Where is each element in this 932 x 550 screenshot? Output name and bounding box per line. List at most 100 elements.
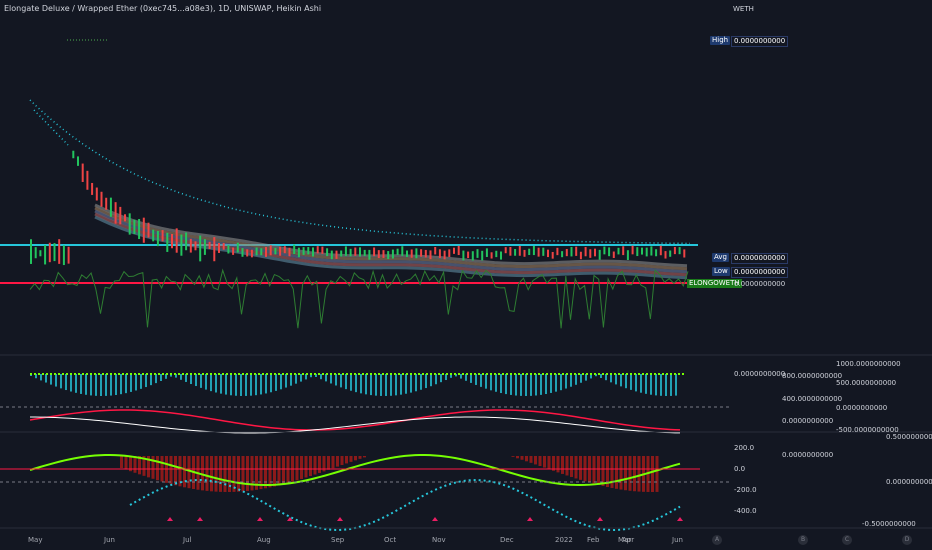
candle <box>420 249 422 256</box>
osc2-bar <box>219 456 222 492</box>
osc1-bar <box>635 374 637 391</box>
osc1-bar <box>115 374 117 395</box>
candle <box>49 243 51 262</box>
candle <box>227 245 229 254</box>
candle <box>359 247 361 256</box>
x-label-nov: Nov <box>432 536 446 544</box>
osc2-bar <box>620 456 623 490</box>
candle <box>72 151 74 159</box>
candle <box>44 245 46 264</box>
candle <box>213 237 215 261</box>
x-label-oct: Oct <box>384 536 396 544</box>
osc1-bar <box>515 374 517 396</box>
candle <box>270 245 272 255</box>
osc1-bar <box>370 374 372 395</box>
osc1-bar <box>650 374 652 395</box>
osc1-bar <box>530 374 532 396</box>
osc2-bar <box>566 456 569 475</box>
osc1-bar <box>220 374 222 394</box>
candle <box>491 252 493 258</box>
candle <box>458 246 460 255</box>
candle <box>30 239 32 264</box>
candle <box>251 250 253 258</box>
candle <box>636 247 638 256</box>
osc1-bar <box>435 374 437 384</box>
event-circle-a[interactable]: A <box>712 535 722 545</box>
osc1-bar <box>345 374 347 389</box>
candle <box>650 246 652 255</box>
signal-triangle <box>677 517 683 521</box>
osc2-axis-1: 0.0 <box>734 465 745 473</box>
candle <box>566 249 568 256</box>
candle <box>552 252 554 259</box>
osc1-bar <box>500 374 502 393</box>
osc1-bar <box>60 374 62 388</box>
candle <box>542 248 544 256</box>
osc1-bar <box>475 374 477 385</box>
osc1-line-white <box>30 417 680 433</box>
osc1-bar <box>80 374 82 394</box>
symbol-value: 0.0000000000 <box>734 280 785 288</box>
event-circle-c[interactable]: C <box>842 535 852 545</box>
osc1-bar <box>460 374 462 379</box>
candle <box>594 249 596 257</box>
osc1-bar <box>290 374 292 386</box>
candle <box>340 250 342 256</box>
candle <box>383 250 385 258</box>
osc1-bar <box>610 374 612 382</box>
osc2-bar <box>264 456 267 488</box>
candle <box>603 247 605 255</box>
candle <box>655 249 657 256</box>
candle <box>509 247 511 256</box>
osc1-bar <box>375 374 377 396</box>
osc2-bar <box>300 456 303 479</box>
x-label-feb: Feb <box>587 536 599 544</box>
candle <box>425 250 427 258</box>
osc2-bar <box>512 456 515 457</box>
osc2-value: 0.0000000000 <box>782 451 833 459</box>
osc2-bar <box>336 456 339 467</box>
osc2-bar <box>174 456 177 485</box>
osc1-bar <box>625 374 627 388</box>
osc1-bar <box>245 374 247 396</box>
candle <box>415 248 417 258</box>
osc2-bar <box>278 456 281 485</box>
candle <box>68 247 70 264</box>
candle <box>397 249 399 255</box>
osc1-bar <box>505 374 507 394</box>
osc2-bar <box>188 456 191 488</box>
osc2-bar <box>233 456 236 492</box>
osc2-bar <box>134 456 137 473</box>
osc1-axis-2: 500.0000000000 <box>836 379 896 387</box>
candle <box>575 247 577 256</box>
osc1-bar <box>325 374 327 381</box>
event-circle-d[interactable]: D <box>902 535 912 545</box>
osc1-line-red <box>30 410 680 430</box>
candle <box>293 245 295 254</box>
candle <box>481 251 483 261</box>
candle <box>209 242 211 249</box>
candle <box>467 252 469 258</box>
chart-canvas[interactable] <box>0 0 932 550</box>
osc2-bar <box>350 456 353 462</box>
candle <box>373 247 375 256</box>
osc1-bar <box>240 374 242 396</box>
x-label-2022: 2022 <box>555 536 573 544</box>
osc1-bar <box>465 374 467 381</box>
candle <box>237 243 239 253</box>
x-label-jun-2: Jun <box>672 536 683 544</box>
osc2-bar <box>651 456 654 492</box>
osc1-bar <box>320 374 322 379</box>
osc1-bar <box>205 374 207 390</box>
event-circle-b[interactable]: B <box>798 535 808 545</box>
osc2-bar <box>638 456 641 492</box>
osc2-bar <box>120 456 123 468</box>
osc1-bar <box>330 374 332 383</box>
candle <box>392 250 394 259</box>
candle <box>326 248 328 256</box>
candle <box>674 247 676 254</box>
osc1-bar <box>550 374 552 393</box>
candle <box>176 228 178 252</box>
candle <box>303 247 305 255</box>
osc1-bar <box>410 374 412 393</box>
